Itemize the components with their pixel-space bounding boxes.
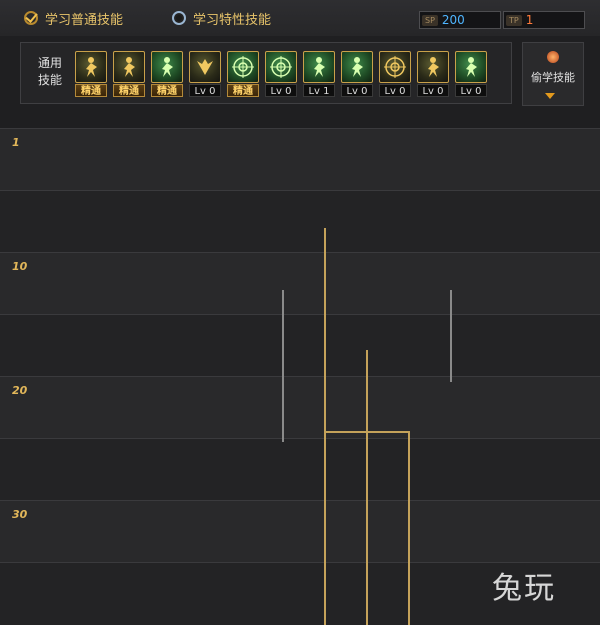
tp-label: TP (506, 14, 522, 26)
radio-empty-icon (172, 11, 186, 25)
skill-level-label: 精通 (75, 84, 107, 97)
skill-tree-row (0, 252, 600, 314)
tp-value: 1 (525, 13, 534, 27)
skill-icon[interactable] (265, 51, 297, 83)
skill-icon[interactable] (341, 51, 373, 83)
skill-connector-line (282, 290, 284, 442)
skill-level-label: 精通 (227, 84, 259, 97)
skill-tree-row (0, 190, 600, 252)
row-divider (0, 314, 600, 315)
tab-learn-special-skills[interactable]: 学习特性技能 (172, 9, 272, 28)
skill-level-label: Lv 0 (341, 84, 373, 97)
skill-slot[interactable]: Lv 0 (379, 51, 411, 97)
skill-icon[interactable] (113, 51, 145, 83)
top-bar: 学习普通技能 学习特性技能 SP 200 TP 1 (0, 0, 600, 36)
skill-slot[interactable]: 精通 (151, 51, 183, 97)
skill-connector-line (324, 228, 326, 625)
skill-level-label: Lv 0 (417, 84, 449, 97)
skill-connector-line (324, 431, 326, 503)
skill-level-label: 精通 (151, 84, 183, 97)
figure-icon (314, 57, 325, 77)
skill-slot[interactable]: Lv 1 (303, 51, 335, 97)
tab-label: 学习普通技能 (45, 12, 124, 28)
figure-icon (162, 57, 173, 77)
tab-label: 学习特性技能 (193, 12, 272, 28)
dropdown-arrow-icon[interactable] (545, 93, 555, 99)
skill-level-label: Lv 1 (303, 84, 335, 97)
skill-tree-row (0, 438, 600, 500)
skill-icon[interactable] (417, 51, 449, 83)
watermark: 兔玩 (492, 571, 556, 606)
orb-icon (547, 51, 559, 63)
steal-skill-label: 偷学技能 (531, 71, 575, 84)
figure-icon (352, 57, 363, 77)
checkbox-checked-icon (24, 11, 38, 25)
skill-level-label: 精通 (113, 84, 145, 97)
target-icon (270, 56, 292, 78)
figure-icon (124, 57, 135, 77)
common-skills-panel: 通用技能 精通 精通 精通 Lv 0 精通 Lv 0 Lv 1 Lv 0 Lv 0 Lv 0 Lv … (20, 42, 512, 104)
skill-connector-line (408, 431, 410, 625)
skill-slot[interactable]: Lv 0 (341, 51, 373, 97)
skill-tree-row (0, 128, 600, 190)
figure-icon (428, 57, 439, 77)
tp-points: TP 1 (503, 11, 585, 29)
figure-icon (86, 57, 97, 77)
sp-value: 200 (441, 13, 465, 27)
skill-level-label: Lv 0 (455, 84, 487, 97)
skill-level-label: Lv 0 (265, 84, 297, 97)
row-divider (0, 438, 600, 439)
skill-connector-line (450, 290, 452, 382)
skill-slot[interactable]: Lv 0 (265, 51, 297, 97)
skill-slot[interactable]: Lv 0 (417, 51, 449, 97)
skill-slot[interactable]: 精通 (75, 51, 107, 97)
level-label: 1 (12, 136, 20, 149)
figure-icon (466, 57, 477, 77)
skill-slot[interactable]: 精通 (227, 51, 259, 97)
skill-connector-line (324, 431, 410, 433)
tab-learn-common-skills[interactable]: 学习普通技能 (24, 9, 124, 28)
skill-icon[interactable] (75, 51, 107, 83)
skill-icon[interactable] (227, 51, 259, 83)
skill-icon[interactable] (189, 51, 221, 83)
skill-icon[interactable] (303, 51, 335, 83)
target-icon (232, 56, 254, 78)
common-skills-label: 通用技能 (37, 56, 62, 87)
skill-tree-row (0, 500, 600, 562)
row-divider (0, 252, 600, 253)
target-icon (384, 56, 406, 78)
skill-slot[interactable]: Lv 0 (455, 51, 487, 97)
skill-icon[interactable] (379, 51, 411, 83)
skill-level-label: Lv 0 (189, 84, 221, 97)
wings-icon (197, 59, 213, 75)
level-label: 30 (12, 508, 28, 521)
row-divider (0, 376, 600, 377)
skill-connector-line (366, 350, 368, 625)
level-label: 10 (12, 260, 28, 273)
skill-level-label: Lv 0 (379, 84, 411, 97)
skill-slot[interactable]: 精通 (113, 51, 145, 97)
row-divider (0, 500, 600, 501)
skill-icon[interactable] (151, 51, 183, 83)
skill-tree-row (0, 314, 600, 376)
steal-skill-button[interactable]: 偷学技能 (522, 42, 584, 106)
sp-label: SP (422, 14, 438, 26)
skill-icon[interactable] (455, 51, 487, 83)
sp-points: SP 200 (419, 11, 501, 29)
row-divider (0, 128, 600, 129)
skill-tree-row (0, 376, 600, 438)
level-label: 20 (12, 384, 28, 397)
row-divider (0, 190, 600, 191)
skill-slot[interactable]: Lv 0 (189, 51, 221, 97)
